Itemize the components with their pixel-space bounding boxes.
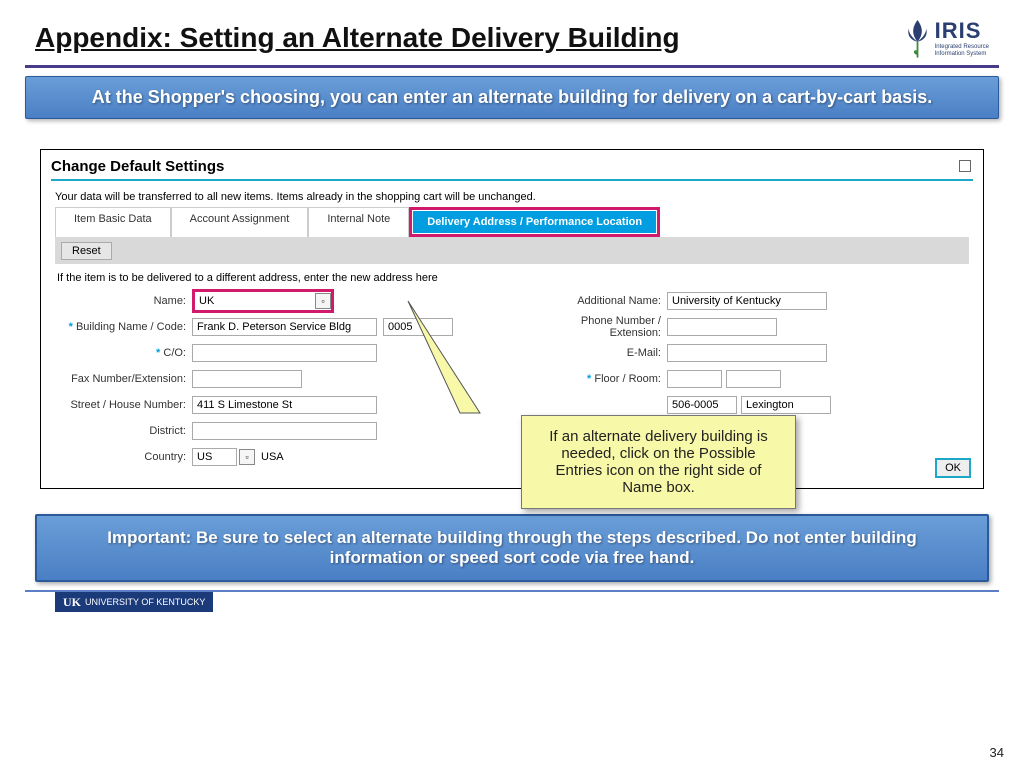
floor-input[interactable] — [667, 370, 722, 388]
zip-input[interactable] — [667, 396, 737, 414]
co-label-text: C/O: — [163, 347, 186, 359]
addname-input[interactable] — [667, 292, 827, 310]
country-text: USA — [255, 451, 284, 463]
fax-label: Fax Number/Extension: — [57, 373, 192, 385]
uk-badge: UK UNIVERSITY OF KENTUCKY — [55, 592, 213, 612]
reset-button[interactable]: Reset — [61, 242, 112, 260]
tab-account[interactable]: Account Assignment — [171, 207, 309, 237]
country-label: Country: — [57, 451, 192, 463]
maximize-icon[interactable] — [959, 160, 971, 172]
intro-banner: At the Shopper's choosing, you can enter… — [25, 76, 999, 119]
street-input[interactable] — [192, 396, 377, 414]
iris-sub2: Information System — [935, 51, 989, 58]
floor-label-text: Floor / Room: — [594, 373, 661, 385]
district-input[interactable] — [192, 422, 377, 440]
header-divider — [25, 65, 999, 68]
name-label: Name: — [57, 295, 192, 307]
panel-subtitle: Your data will be transferred to all new… — [51, 181, 973, 205]
floor-label: * Floor / Room: — [527, 373, 667, 385]
co-input[interactable] — [192, 344, 377, 362]
page-title: Appendix: Setting an Alternate Delivery … — [35, 22, 680, 54]
ok-button[interactable]: OK — [935, 458, 971, 478]
uk-logo-text: UK — [63, 595, 81, 610]
iris-sub1: Integrated Resource — [935, 44, 989, 51]
tab-item-basic[interactable]: Item Basic Data — [55, 207, 171, 237]
uk-name: UNIVERSITY OF KENTUCKY — [85, 597, 205, 607]
page-number: 34 — [990, 745, 1004, 760]
phone-label: Phone Number / Extension: — [527, 315, 667, 339]
addname-label: Additional Name: — [527, 295, 667, 307]
callout-arrow-icon — [405, 298, 535, 428]
country-picker-icon[interactable]: ▫ — [239, 449, 255, 465]
phone-input[interactable] — [667, 318, 777, 336]
callout-text: If an alternate delivery building is nee… — [549, 428, 767, 496]
tab-delivery[interactable]: Delivery Address / Performance Location — [413, 211, 656, 233]
building-label-text: Building Name / Code: — [76, 321, 186, 333]
form-note: If the item is to be delivered to a diff… — [57, 272, 967, 290]
iris-text: IRIS — [935, 18, 989, 44]
room-input[interactable] — [726, 370, 781, 388]
email-label: E-Mail: — [527, 347, 667, 359]
panel-title: Change Default Settings — [51, 158, 973, 181]
co-label: * C/O: — [57, 347, 192, 359]
footer-divider: UK UNIVERSITY OF KENTUCKY — [25, 590, 999, 592]
important-banner: Important: Be sure to select an alternat… — [35, 514, 989, 582]
name-highlight: ▫ — [192, 289, 334, 313]
callout-box: If an alternate delivery building is nee… — [521, 415, 796, 509]
building-label: * Building Name / Code: — [57, 321, 192, 333]
country-input[interactable] — [192, 448, 237, 466]
fax-input[interactable] — [192, 370, 302, 388]
settings-panel: Change Default Settings Your data will b… — [40, 149, 984, 489]
possible-entries-icon[interactable]: ▫ — [315, 293, 331, 309]
tab-delivery-highlight: Delivery Address / Performance Location — [409, 207, 660, 237]
iris-logo: IRIS Integrated Resource Information Sys… — [900, 15, 989, 60]
district-label: District: — [57, 425, 192, 437]
city-input[interactable] — [741, 396, 831, 414]
name-input[interactable] — [195, 292, 313, 310]
street-label: Street / House Number: — [57, 399, 192, 411]
tab-internal-note[interactable]: Internal Note — [308, 207, 409, 237]
building-name-input[interactable] — [192, 318, 377, 336]
email-input[interactable] — [667, 344, 827, 362]
